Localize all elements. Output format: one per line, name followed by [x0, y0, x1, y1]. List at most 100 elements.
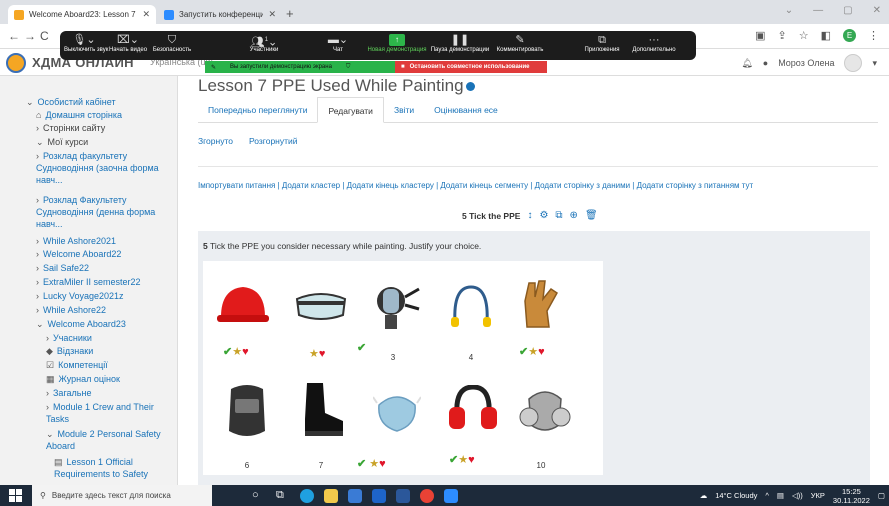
language-indicator[interactable]: УКР [811, 491, 825, 500]
close-window-icon[interactable]: ✕ [873, 5, 881, 16]
mail-icon[interactable] [372, 488, 386, 503]
stop-share-button[interactable]: ■ Остановить совместное использование [395, 61, 547, 73]
sidebar-item[interactable]: › Розклад факультету Судноводіння (заочна… [36, 150, 172, 186]
tab-edit[interactable]: Редагувати [317, 97, 384, 123]
sidebar-item[interactable]: ⌄ Особистий кабінет [26, 96, 172, 108]
sidebar-item[interactable]: › Розклад Факультету Судноводіння (денна … [36, 194, 172, 230]
profile-icon[interactable]: E [843, 29, 856, 42]
trash-icon[interactable]: 🗑︎ [585, 210, 598, 221]
page-title: Lesson 7 PPE Used While Painting [198, 76, 475, 96]
apps-button[interactable]: ⧉ Приложения [582, 34, 622, 53]
tab-collapsed[interactable]: Згорнуто [198, 136, 233, 146]
sidebar-item[interactable]: ▤ Lesson 1 Official Requirements to Safet… [54, 456, 172, 480]
annotate-button[interactable]: ✎ Комментировать [494, 34, 546, 53]
answer-marks: ✔★♥ [519, 345, 545, 358]
share-icon[interactable]: ⇪ [778, 29, 787, 42]
chevron-up-icon[interactable]: ^ [765, 491, 769, 500]
back-arrow-icon[interactable]: ← [8, 29, 20, 43]
participants-button[interactable]: 👥︎1⌄ Участники [246, 34, 282, 53]
tab-preview[interactable]: Попередньо переглянути [198, 97, 317, 122]
browser-tab-lesson[interactable]: Welcome Aboard23: Lesson 7 PPE ✕ [8, 5, 156, 24]
edge-icon[interactable] [300, 488, 314, 503]
sidebar-item[interactable]: › Welcome Aboard22 [36, 248, 172, 260]
sidepanel-icon[interactable]: ◧ [821, 29, 831, 42]
sidebar-item[interactable]: ⌄ Мої курси [36, 136, 172, 148]
sidebar-item[interactable]: › ExtraMiler II semester22 [36, 276, 172, 288]
bell-icon[interactable]: 🔔︎ [741, 58, 752, 69]
file-explorer-icon[interactable] [324, 488, 338, 503]
sidebar-item[interactable]: › Учасники [46, 332, 172, 344]
windows-start-icon[interactable] [9, 489, 22, 502]
gear-icon[interactable]: ⚙ [539, 210, 548, 221]
tab-essay-grading[interactable]: Оцінювання есе [424, 97, 508, 122]
sidebar-item-label: Загальне [53, 388, 92, 398]
site-logo[interactable] [6, 53, 26, 73]
minimize-icon[interactable]: — [813, 5, 823, 16]
mute-button[interactable]: 🎙︎⌄ Выключить звук [64, 34, 108, 53]
close-icon[interactable]: ✕ [268, 9, 276, 20]
bookmark-star-icon[interactable]: ☆ [799, 29, 809, 42]
weather-text[interactable]: 14°C Cloudy [715, 491, 757, 500]
sidebar-item[interactable]: › While Ashore22 [36, 304, 172, 316]
close-icon[interactable]: ✕ [142, 9, 150, 20]
network-icon[interactable]: ▤ [777, 491, 784, 500]
zoom-in-icon[interactable]: ⊕ [570, 210, 578, 221]
reload-icon[interactable]: C [40, 29, 49, 43]
sidebar-item[interactable]: ◆ Відзнаки [46, 345, 172, 357]
sidebar-item[interactable]: › Сторінки сайту [36, 122, 172, 134]
ppe-image-panel: 3 4 6 7 10 ✔★♥ ★♥ ✔ ✔★♥ ✔ ★♥ ✔★♥ [203, 261, 603, 475]
sidebar-item[interactable]: › Lucky Voyage2021z [36, 290, 172, 302]
user-name[interactable]: Мороз Олена [778, 58, 834, 68]
forward-arrow-icon[interactable]: → [24, 29, 36, 43]
store-icon[interactable] [348, 488, 362, 503]
chat-bubble-icon[interactable]: ● [763, 58, 768, 68]
avatar[interactable] [844, 54, 863, 72]
sidebar-item-icon: ⌄ [46, 429, 54, 439]
sidebar-item-icon: › [36, 249, 39, 259]
tab-reports[interactable]: Звіти [384, 97, 424, 122]
chrome-icon[interactable] [420, 488, 434, 503]
info-icon[interactable] [465, 82, 475, 92]
cortana-icon[interactable]: ○ [252, 489, 266, 503]
copy-icon[interactable]: ⧉ [555, 210, 562, 221]
clock[interactable]: 15:25 30.11.2022 [833, 487, 870, 505]
sidebar-item[interactable]: ⌂ Домашня сторінка [36, 109, 172, 121]
volume-icon[interactable]: ◁)) [792, 491, 803, 500]
sidebar-item-label: While Ashore2021 [43, 236, 117, 246]
sidebar-item[interactable]: › Sail Safe22 [36, 262, 172, 274]
sidebar-item[interactable]: ⌄ Welcome Aboard23 [36, 318, 172, 330]
chat-button[interactable]: ▬⌄ Чат [324, 34, 352, 53]
security-button[interactable]: ⛉ Безопасность [152, 34, 192, 53]
task-view-icon[interactable]: ⧉ [276, 489, 290, 503]
zoom-app-icon[interactable] [444, 488, 458, 503]
sidebar-item[interactable]: › Загальне [46, 387, 172, 399]
browser-tab-zoom[interactable]: Запустить конференцию - Zoom ✕ [158, 5, 282, 24]
new-tab-button[interactable]: + [286, 6, 294, 21]
new-share-button[interactable]: ↑ Новая демонстрация [366, 34, 428, 53]
maximize-icon[interactable]: ▢ [843, 5, 852, 16]
page-actions-links[interactable]: Імпортувати питання | Додати кластер | Д… [198, 181, 753, 190]
sidebar-item-label: Домашня сторінка [45, 110, 123, 120]
taskbar-search[interactable]: ⚲ Введите здесь текст для поиска [32, 485, 212, 506]
notifications-icon[interactable]: ▢ [878, 491, 885, 500]
check-icon: ✔ [223, 346, 233, 358]
pause-share-button[interactable]: ❚❚ Пауза демонстрации [430, 34, 490, 53]
sidebar-item[interactable]: › While Ashore2021 [36, 235, 172, 247]
word-icon[interactable] [396, 488, 410, 503]
move-icon[interactable]: ↕ [527, 210, 532, 221]
chevron-down-icon[interactable]: ▾ [872, 58, 877, 69]
more-button[interactable]: ··· Дополнительно [628, 34, 680, 53]
pin-icon[interactable]: ✎ [211, 64, 216, 71]
heart-icon: ♥ [468, 454, 475, 466]
translate-icon[interactable]: ▣ [755, 29, 765, 42]
tab-expanded[interactable]: Розгорнутий [249, 136, 298, 146]
sidebar-item[interactable]: › Module 1 Crew and Their Tasks [46, 401, 172, 425]
start-video-button[interactable]: ⌧⌄ Начать видео [108, 34, 148, 53]
sidebar-item-label: While Ashore22 [43, 305, 107, 315]
participants-icon: 👥︎1⌄ [250, 36, 278, 49]
menu-dots-icon[interactable]: ⋮ [868, 29, 879, 42]
sidebar-item[interactable]: ⌄ Module 2 Personal Safety Aboard [46, 428, 172, 452]
sidebar-item[interactable]: ▦ Журнал оцінок [46, 373, 172, 385]
chevron-down-icon[interactable]: ⌄ [785, 5, 793, 16]
sidebar-item[interactable]: ☑ Компетенції [46, 359, 172, 371]
